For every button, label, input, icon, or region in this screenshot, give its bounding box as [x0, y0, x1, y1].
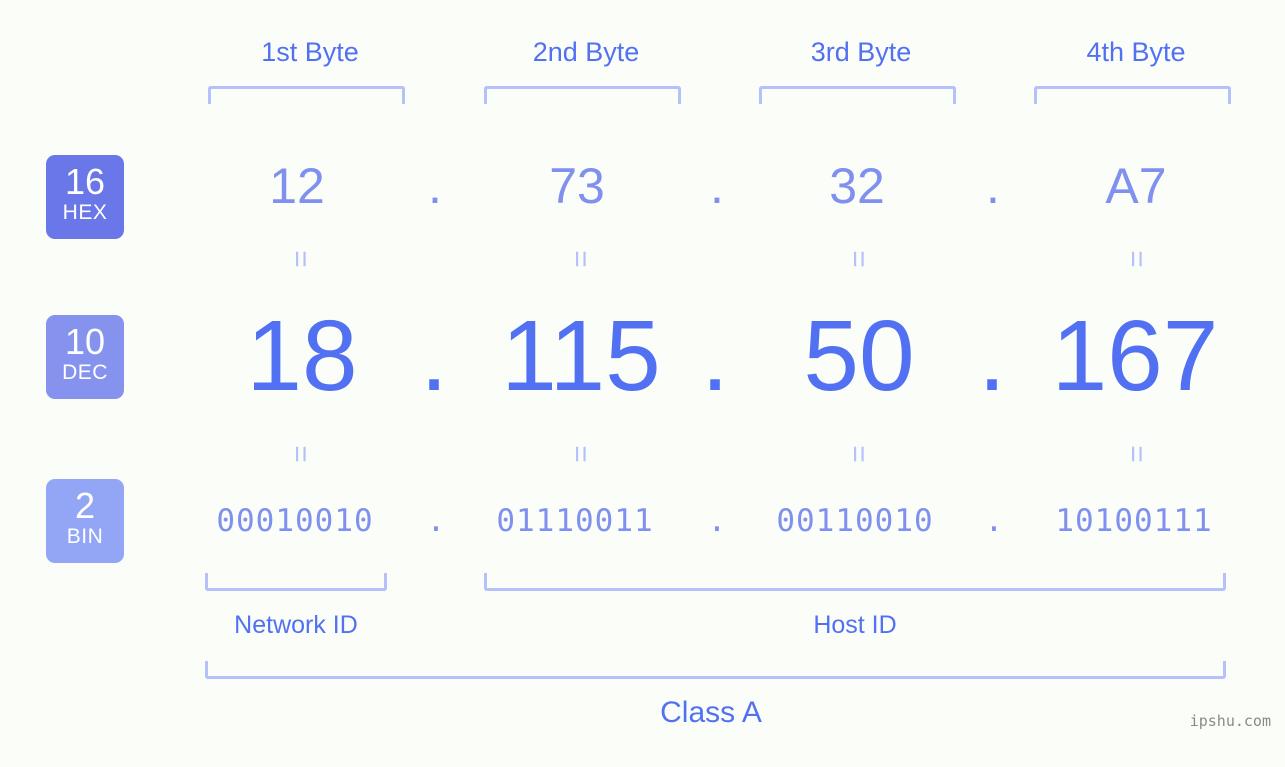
base-badge-dec-number: 10 [64, 321, 106, 362]
network-id-bracket [205, 573, 387, 591]
equals-dec-bin-1: = [284, 445, 317, 463]
byte-header-2: 2nd Byte [532, 37, 640, 67]
dec-separator-1: . [420, 300, 448, 412]
dec-byte-4: 167 [1051, 300, 1219, 412]
watermark: ipshu.com [1189, 712, 1271, 730]
bin-byte-4: 10100111 [1055, 503, 1213, 539]
equals-hex-dec-4: = [1120, 250, 1153, 268]
hex-byte-4: A7 [1105, 158, 1167, 214]
hex-byte-3: 32 [829, 158, 885, 214]
base-badge-dec: 10 DEC [46, 315, 124, 399]
equals-dec-bin-4: = [1120, 445, 1153, 463]
hex-byte-2: 73 [549, 158, 605, 214]
byte-bracket-3 [759, 86, 956, 104]
byte-bracket-2 [484, 86, 681, 104]
dec-byte-2: 115 [501, 300, 661, 412]
hex-separator-1: . [428, 158, 442, 214]
host-id-bracket [484, 573, 1226, 591]
network-id-label: Network ID [234, 611, 358, 639]
bin-byte-3: 00110010 [776, 503, 934, 539]
byte-header-3: 3rd Byte [810, 37, 912, 67]
equals-hex-dec-1: = [284, 250, 317, 268]
dec-separator-3: . [978, 300, 1006, 412]
bin-separator-2: . [707, 503, 727, 539]
equals-hex-dec-2: = [564, 250, 597, 268]
base-badge-dec-system: DEC [62, 361, 108, 384]
class-label: Class A [660, 696, 762, 729]
class-bracket [205, 661, 1226, 679]
dec-byte-1: 18 [246, 300, 358, 412]
base-badge-bin-number: 2 [74, 485, 96, 526]
byte-bracket-4 [1034, 86, 1231, 104]
base-badge-hex: 16 HEX [46, 155, 124, 239]
hex-separator-3: . [986, 158, 1000, 214]
bin-byte-2: 01110011 [496, 503, 654, 539]
ip-address-breakdown-diagram: 1st Byte 2nd Byte 3rd Byte 4th Byte 16 H… [0, 0, 1285, 767]
byte-bracket-1 [208, 86, 405, 104]
bin-separator-3: . [984, 503, 1004, 539]
bin-byte-1: 00010010 [216, 503, 374, 539]
dec-byte-3: 50 [803, 300, 915, 412]
bin-separator-1: . [426, 503, 446, 539]
hex-byte-1: 12 [269, 158, 325, 214]
hex-separator-2: . [710, 158, 724, 214]
base-badge-bin: 2 BIN [46, 479, 124, 563]
equals-hex-dec-3: = [842, 250, 875, 268]
base-badge-hex-number: 16 [64, 161, 106, 202]
byte-header-4: 4th Byte [1086, 37, 1186, 67]
dec-separator-2: . [701, 300, 729, 412]
base-badge-bin-system: BIN [66, 525, 104, 548]
host-id-label: Host ID [813, 611, 897, 639]
base-badge-hex-system: HEX [62, 201, 108, 224]
equals-dec-bin-3: = [842, 445, 875, 463]
byte-header-1: 1st Byte [261, 37, 359, 67]
equals-dec-bin-2: = [564, 445, 597, 463]
